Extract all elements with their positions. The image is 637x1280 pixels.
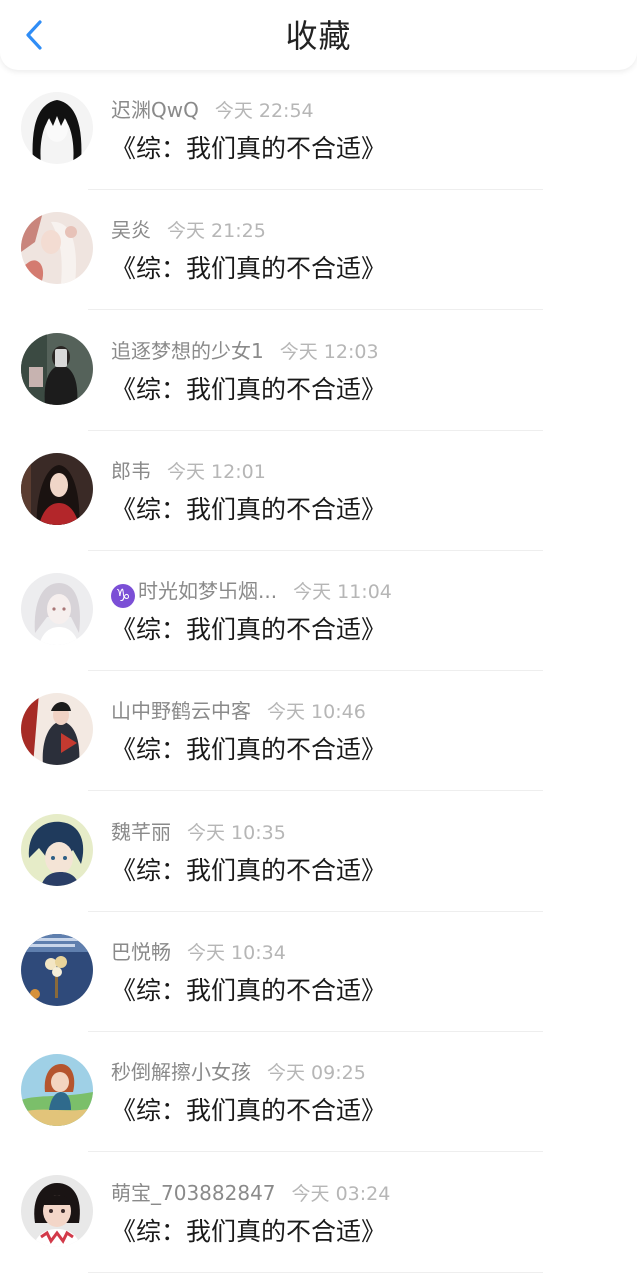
book-title[interactable]: 《综：我们真的不合适》 <box>111 493 386 527</box>
page-title: 收藏 <box>285 17 352 55</box>
avatar[interactable] <box>21 813 93 886</box>
avatar[interactable] <box>21 452 93 525</box>
list-item[interactable]: 吴炎 今天 21:25 《综：我们真的不合适》 <box>0 190 637 311</box>
username[interactable]: 山中野鹤云中客 <box>111 699 251 723</box>
book-title[interactable]: 《综：我们真的不合适》 <box>111 132 386 166</box>
item-meta: 迟渊QwQ 今天 22:54 <box>111 96 314 124</box>
avatar[interactable] <box>21 934 93 1007</box>
item-meta: 吴炎 今天 21:25 <box>111 216 266 244</box>
avatar[interactable] <box>21 693 93 766</box>
capricorn-badge-icon: ♑ <box>111 584 135 609</box>
timestamp: 今天 22:54 <box>214 100 314 122</box>
book-title[interactable]: 《综：我们真的不合适》 <box>111 1094 386 1128</box>
list-item[interactable]: 郎韦 今天 12:01 《综：我们真的不合适》 <box>0 431 637 551</box>
timestamp: 今天 03:24 <box>291 1182 391 1205</box>
list-item[interactable]: 迟渊QwQ 今天 22:54 《综：我们真的不合适》 <box>0 70 637 190</box>
book-title[interactable]: 《综：我们真的不合适》 <box>111 733 386 767</box>
item-meta: 萌宝_703882847 今天 03:24 <box>111 1179 390 1207</box>
list-item[interactable]: 魏芊丽 今天 10:35 《综：我们真的不合适》 <box>0 792 637 912</box>
avatar[interactable] <box>21 92 93 164</box>
book-title[interactable]: 《综：我们真的不合适》 <box>111 252 386 286</box>
book-title[interactable]: 《综：我们真的不合适》 <box>111 974 386 1008</box>
book-title[interactable]: 《综：我们真的不合适》 <box>111 613 386 647</box>
timestamp: 今天 09:25 <box>267 1062 366 1085</box>
item-meta: 郎韦 今天 12:01 <box>111 457 266 485</box>
timestamp: 今天 11:04 <box>293 581 392 604</box>
list-item[interactable]: 追逐梦想的少女1 今天 12:03 《综：我们真的不合适》 <box>0 311 637 431</box>
timestamp: 今天 21:25 <box>167 220 266 243</box>
book-title[interactable]: 《综：我们真的不合适》 <box>111 1215 386 1249</box>
list-item[interactable]: 秒倒解擦小女孩 今天 09:25 《综：我们真的不合适》 <box>0 1032 637 1153</box>
item-meta: 追逐梦想的少女1 今天 12:03 <box>111 337 379 365</box>
avatar[interactable] <box>21 1174 93 1247</box>
username[interactable]: 追逐梦想的少女1 <box>111 339 264 363</box>
timestamp: 今天 10:34 <box>187 942 286 965</box>
timestamp: 今天 12:01 <box>167 460 266 483</box>
favorites-list: 迟渊QwQ 今天 22:54 《综：我们真的不合适》 吴炎 今天 21:25 《综：… <box>0 70 637 1273</box>
username[interactable]: 时光如梦卐烟... <box>138 579 277 603</box>
item-meta: 魏芊丽 今天 10:35 <box>111 818 286 846</box>
username[interactable]: 迟渊QwQ <box>111 98 199 122</box>
timestamp: 今天 10:35 <box>187 821 286 844</box>
book-title[interactable]: 《综：我们真的不合适》 <box>111 854 386 888</box>
book-title[interactable]: 《综：我们真的不合适》 <box>111 373 386 407</box>
username[interactable]: 萌宝_703882847 <box>111 1181 276 1205</box>
username[interactable]: 吴炎 <box>111 218 151 242</box>
username[interactable]: 郎韦 <box>111 459 151 483</box>
item-meta: 巴悦畅 今天 10:34 <box>111 938 286 966</box>
username[interactable]: 秒倒解擦小女孩 <box>111 1060 251 1084</box>
list-item[interactable]: 巴悦畅 今天 10:34 《综：我们真的不合适》 <box>0 912 637 1033</box>
top-bar: 收藏 <box>0 0 637 70</box>
timestamp: 今天 12:03 <box>279 340 379 363</box>
avatar[interactable] <box>21 332 93 405</box>
list-item[interactable]: 山中野鹤云中客 今天 10:46 《综：我们真的不合适》 <box>0 671 637 792</box>
item-meta: 山中野鹤云中客 今天 10:46 <box>111 697 366 725</box>
username[interactable]: 魏芊丽 <box>111 820 171 844</box>
list-item[interactable]: 萌宝_703882847 今天 03:24 《综：我们真的不合适》 <box>0 1153 637 1273</box>
timestamp: 今天 10:46 <box>267 701 366 724</box>
username[interactable]: 巴悦畅 <box>111 940 171 964</box>
item-meta: 秒倒解擦小女孩 今天 09:25 <box>111 1058 366 1086</box>
avatar[interactable] <box>21 573 93 646</box>
divider <box>88 1271 543 1273</box>
avatar[interactable] <box>21 1054 93 1127</box>
list-item[interactable]: ♑ 时光如梦卐烟... 今天 11:04 《综：我们真的不合适》 <box>0 551 637 672</box>
item-meta: ♑ 时光如梦卐烟... 今天 11:04 <box>111 577 392 609</box>
avatar[interactable] <box>21 212 93 285</box>
